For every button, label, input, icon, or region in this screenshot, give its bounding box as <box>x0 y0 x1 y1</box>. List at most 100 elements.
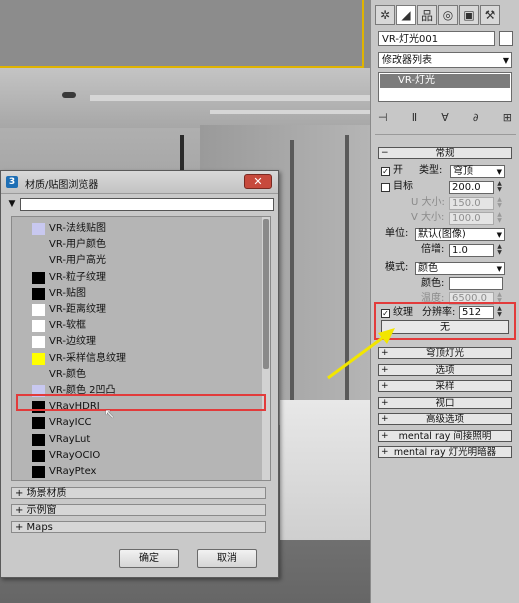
scrollbar-thumb[interactable] <box>263 219 269 369</box>
make-unique-icon[interactable]: ∀ <box>441 111 449 124</box>
hierarchy-icon[interactable]: 品 <box>417 5 437 25</box>
map-color-swatch <box>32 255 45 267</box>
map-list-item[interactable]: VR-粒子纹理 <box>32 270 260 286</box>
filter-icon[interactable]: ▼ <box>6 198 18 211</box>
map-list-item-label: VR-距离纹理 <box>49 304 106 315</box>
viewport-light-fixture <box>62 92 76 98</box>
search-input[interactable] <box>20 198 274 211</box>
collapse-icon: − <box>381 148 389 158</box>
group-header[interactable]: + 场景材质 <box>11 487 266 499</box>
map-list-item[interactable]: VRayICC <box>32 415 260 431</box>
multiplier-field[interactable]: 1.0 <box>449 244 494 257</box>
rollout-label: 穹顶灯光 <box>425 348 464 359</box>
stack-controls: ⊣ Ⅱ ∀ ∂ ⊞ <box>378 108 512 126</box>
map-list-item-label: VR-法线贴图 <box>49 223 106 234</box>
u-size-label: U 大小: <box>411 197 445 208</box>
map-color-swatch <box>32 304 45 316</box>
ok-button[interactable]: 确定 <box>119 549 179 568</box>
map-list: VR-法线贴图 VR-用户颜色 VR-用户高光 VR-粒子纹理 VR-贴图 VR-距离纹理… <box>11 216 271 481</box>
on-checkbox[interactable]: ✓ <box>381 167 390 176</box>
object-name-field[interactable]: VR-灯光001 <box>378 31 495 46</box>
modify-icon[interactable]: ◢ <box>396 5 416 25</box>
expand-icon: + <box>381 397 389 408</box>
spinner-arrows-icon[interactable]: ▲ ▼ <box>496 244 503 257</box>
map-list-item[interactable]: VR-法线贴图 <box>32 221 260 237</box>
app-icon: 3 <box>6 176 18 188</box>
map-list-item-label: VRayICC <box>49 417 92 429</box>
map-list-item[interactable]: VRayLut <box>32 432 260 448</box>
group-header[interactable]: + Maps <box>11 521 266 533</box>
map-color-swatch <box>32 417 45 430</box>
map-color-swatch <box>32 287 45 300</box>
rollout-2[interactable]: + 采样 <box>378 380 512 392</box>
rollout-5[interactable]: + mental ray 间接照明 <box>378 429 512 442</box>
cancel-button[interactable]: 取消 <box>197 549 257 568</box>
modifier-list-dropdown[interactable]: 修改器列表 ▼ <box>378 52 512 68</box>
on-label: 开 <box>393 165 403 176</box>
rollout-0[interactable]: + 穹顶灯光 <box>378 347 512 359</box>
pin-stack-icon[interactable]: ⊣ <box>378 111 388 124</box>
close-button[interactable]: ✕ <box>244 174 272 189</box>
map-list-item[interactable]: VR-软框 <box>32 318 260 334</box>
rollout-1[interactable]: + 选项 <box>378 363 512 376</box>
rollout-label: mental ray 灯光明暗器 <box>393 447 497 458</box>
map-list-item-label: VR-软框 <box>49 320 86 332</box>
motion-icon[interactable]: ◎ <box>438 5 458 25</box>
units-dropdown[interactable]: 默认(图像) ▼ <box>415 228 505 241</box>
stack-item-vr-light[interactable]: VR-灯光 <box>380 74 510 88</box>
vrayhdri-highlight-box <box>16 394 266 411</box>
type-dropdown[interactable]: 穹顶 ▼ <box>450 165 505 178</box>
map-color-swatch <box>32 352 45 365</box>
rollout-4[interactable]: + 高级选项 <box>378 413 512 425</box>
rollout-label: mental ray 间接照明 <box>398 430 492 442</box>
command-panel: ✲ ◢ 品 ◎ ▣ ⚒ VR-灯光001 修改器列表 ▼ VR-灯光 ⊣ Ⅱ ∀ ∂ ⊞ − 常规 ✓… <box>370 0 519 603</box>
map-list-item[interactable]: VR-用户高光 <box>32 253 260 269</box>
target-distance-field[interactable]: 200.0 <box>449 181 494 194</box>
map-list-item[interactable]: VR-采样信息纹理 <box>32 351 260 367</box>
map-color-swatch <box>32 239 45 251</box>
map-list-item[interactable]: VR-贴图 <box>32 286 260 302</box>
map-list-item[interactable]: VR-距离纹理 <box>32 302 260 318</box>
color-label: 颜色: <box>421 278 445 289</box>
expand-icon: + <box>381 430 389 441</box>
map-list-item[interactable]: VR-边纹理 <box>32 334 260 350</box>
viewport-door-frame <box>345 135 349 405</box>
map-list-item-label: VRayOCIO <box>49 449 101 461</box>
group-header[interactable]: + 示例窗 <box>11 504 266 516</box>
map-list-item[interactable]: VR-用户颜色 <box>32 237 260 253</box>
target-checkbox[interactable] <box>381 183 390 192</box>
spinner-arrows-icon[interactable]: ▲ ▼ <box>496 212 503 225</box>
map-list-item[interactable]: VRayOCIO <box>32 448 260 464</box>
light-color-swatch[interactable] <box>449 277 503 290</box>
filter-row: ▼ <box>6 198 274 211</box>
display-icon[interactable]: ▣ <box>459 5 479 25</box>
target-label: 目标 <box>393 181 413 192</box>
rollout-label: 选项 <box>435 364 455 376</box>
remove-modifier-icon[interactable]: ∂ <box>473 111 479 124</box>
map-color-swatch <box>32 223 45 235</box>
dialog-titlebar[interactable]: 3 材质/贴图浏览器 ✕ <box>1 171 278 194</box>
scrollbar[interactable] <box>262 217 270 480</box>
show-end-result-icon[interactable]: Ⅱ <box>412 111 417 124</box>
rollout-6[interactable]: + mental ray 灯光明暗器 <box>378 446 512 458</box>
chevron-down-icon: ▼ <box>502 56 509 65</box>
map-list-item[interactable]: VR-颜色 <box>32 367 260 383</box>
map-color-swatch <box>32 449 45 462</box>
map-list-item[interactable]: VRayPtex <box>32 464 260 480</box>
map-color-swatch <box>32 320 45 333</box>
rollout-3[interactable]: + 视口 <box>378 396 512 409</box>
viewport-upper <box>0 0 370 68</box>
map-list-item-label: VR-用户颜色 <box>49 239 106 251</box>
mode-dropdown[interactable]: 颜色 ▼ <box>415 262 505 275</box>
rollout-general[interactable]: − 常规 <box>378 147 512 159</box>
spinner-arrows-icon[interactable]: ▲ ▼ <box>496 197 503 210</box>
map-color-swatch <box>32 336 45 349</box>
configure-sets-icon[interactable]: ⊞ <box>503 111 512 124</box>
object-color-swatch[interactable] <box>499 31 513 46</box>
u-size-field[interactable]: 150.0 <box>449 197 494 210</box>
v-size-field[interactable]: 100.0 <box>449 212 494 225</box>
create-icon[interactable]: ✲ <box>375 5 395 25</box>
spinner-arrows-icon[interactable]: ▲ ▼ <box>496 181 503 194</box>
utilities-icon[interactable]: ⚒ <box>480 5 500 25</box>
map-list-item-label: VRayLut <box>49 433 91 445</box>
